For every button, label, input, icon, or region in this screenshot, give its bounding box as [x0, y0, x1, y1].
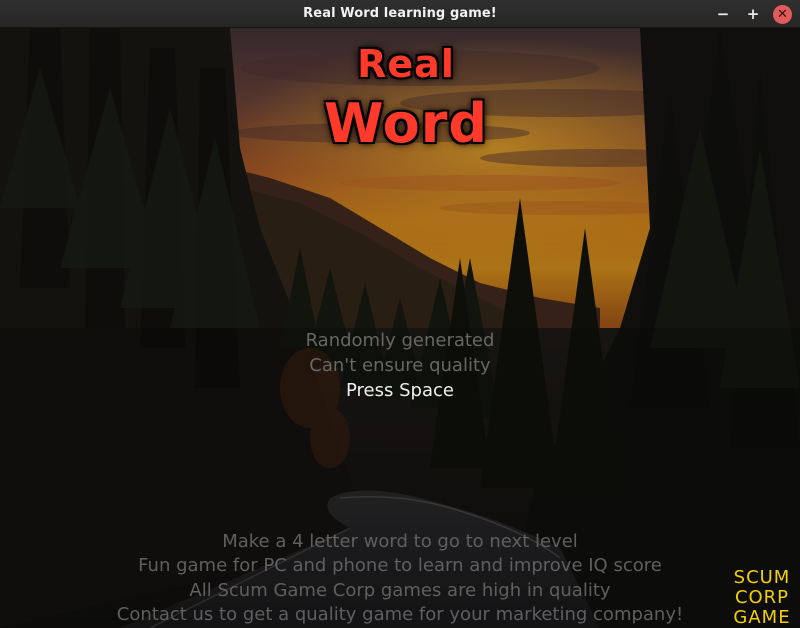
close-icon: ✕	[777, 6, 788, 22]
logo-real-text: Real	[357, 42, 455, 86]
minimize-icon: −	[716, 4, 730, 23]
menu-line-randomly-generated: Randomly generated	[305, 330, 495, 351]
footer-line-contact: Contact us to get a quality game for you…	[116, 604, 684, 625]
badge-line-game: GAME	[733, 607, 791, 628]
title-bar[interactable]: Real Word learning game! − + ✕	[0, 0, 800, 28]
footer-line-description: Fun game for PC and phone to learn and i…	[138, 555, 662, 576]
footer-line-instructions: Make a 4 letter word to go to next level	[222, 531, 578, 552]
maximize-icon: +	[746, 4, 760, 23]
game-window: Real Word learning game! − + ✕ Real Word…	[0, 0, 800, 628]
logo-word-text: Word	[323, 92, 489, 155]
scum-corp-game-badge: SCUM CORP GAME	[728, 568, 796, 628]
badge-line-corp: CORP	[734, 587, 790, 608]
minimize-button[interactable]: −	[713, 4, 733, 24]
close-button[interactable]: ✕	[773, 4, 792, 24]
maximize-button[interactable]: +	[743, 4, 763, 24]
menu-line-quality-note: Can't ensure quality	[309, 355, 491, 376]
game-canvas[interactable]: Real Word Randomly generated Can't ensur…	[0, 28, 800, 628]
press-space-prompt[interactable]: Press Space	[0, 380, 800, 401]
window-title: Real Word learning game!	[303, 6, 497, 21]
badge-line-scum: SCUM	[733, 567, 791, 588]
window-controls: − + ✕	[713, 4, 792, 24]
footer-line-quality: All Scum Game Corp games are high in qua…	[189, 580, 611, 601]
